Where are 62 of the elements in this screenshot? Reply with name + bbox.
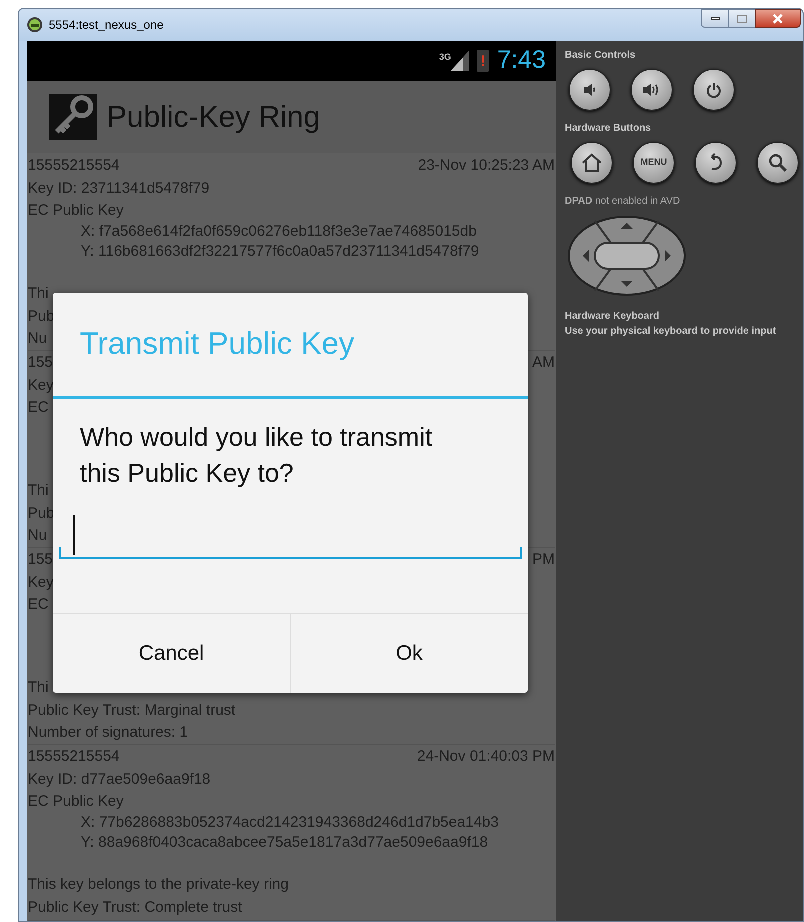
timestamp: AM <box>532 354 555 372</box>
timestamp: 23-Nov 10:25:23 AM <box>418 156 555 174</box>
text-cursor <box>73 515 75 555</box>
trust-level: Public Key Trust: Complete trust <box>28 899 242 917</box>
search-icon <box>768 153 788 173</box>
dialog-button[interactable]: Cancel <box>53 614 290 693</box>
key-x-coordinate: X: f7a568e614f2fa0f659c06276eb118f3e3e7ae74685015db <box>81 223 477 241</box>
section-label: Basic Controls <box>565 49 637 63</box>
key-type: EC Public Key <box>28 793 124 811</box>
section-label: Hardware Keyboard <box>565 310 660 324</box>
window-title: 5554:test_nexus_one <box>49 17 164 34</box>
home-button[interactable] <box>571 142 613 184</box>
timestamp: PM <box>532 550 555 568</box>
dialog-title: Transmit Public Key <box>80 325 354 364</box>
key-icon <box>49 94 97 140</box>
dpad-icon <box>567 215 687 297</box>
network-type: 3G <box>439 51 452 64</box>
key-type: EC Public Key <box>28 202 124 220</box>
house-icon <box>581 153 603 173</box>
dialog-button[interactable]: Ok <box>290 614 528 693</box>
ring-note: Thi <box>28 285 49 303</box>
key-type: EC <box>28 596 49 614</box>
key-id: Key ID: d77ae509e6aa9f18 <box>28 770 211 788</box>
key-type: EC <box>28 399 49 417</box>
back-button[interactable] <box>695 142 737 184</box>
key-y-coordinate: Y: 116b681663df2f32217577f6c0a0a57d23711341d5478f79 <box>81 243 480 261</box>
ring-note: Thi <box>28 482 49 500</box>
app-title: Public-Key Ring <box>107 100 320 136</box>
phone-number: 155 <box>28 550 54 568</box>
volume-up-button[interactable] <box>631 69 673 111</box>
keyboard-note: Use your physical keyboard to provide input <box>565 325 778 339</box>
phone-number: 155 <box>28 354 54 372</box>
trust-level: Public Key Trust: Marginal trust <box>28 702 236 720</box>
menu-button[interactable]: MENU <box>633 142 675 184</box>
dpad-note: DPAD not enabled in AVD <box>565 195 682 209</box>
power-icon <box>706 82 722 98</box>
signature-count: Nu <box>28 330 48 348</box>
app-icon <box>27 17 43 33</box>
battery-icon: ! <box>477 50 490 72</box>
dialog-message: Who would you like to transmit this Public Key to? <box>79 421 434 490</box>
key-x-coordinate: X: 77b6286883b052374acd214231943368d246d1d7b5ea14b3 <box>81 814 499 832</box>
signature-count: Number of signatures: 1 <box>28 724 188 742</box>
timestamp: 24-Nov 01:40:03 PM <box>417 748 555 766</box>
phone-number: 15555215554 <box>28 156 120 174</box>
signature-count: Nu <box>28 526 48 544</box>
ring-note: Thi <box>28 679 49 697</box>
section-label: Hardware Buttons <box>565 122 652 136</box>
close-button[interactable] <box>755 9 801 28</box>
search-button[interactable] <box>757 142 799 184</box>
close-icon <box>772 14 784 24</box>
key-id: Key <box>28 376 54 394</box>
phone-number: 15555215554 <box>28 748 120 766</box>
clock: 7:43 <box>497 45 546 76</box>
ring-note: This key belongs to the private-key ring <box>28 876 289 894</box>
volume-down-button[interactable] <box>569 69 611 111</box>
key-y-coordinate: Y: 88a968f0403caca8abcee75a5e1817a3d77ae509e6aa9f18 <box>81 834 488 852</box>
speaker-icon <box>582 82 598 98</box>
minimize-button[interactable] <box>701 9 729 28</box>
key-id: Key <box>28 574 54 592</box>
power-button[interactable] <box>693 69 735 111</box>
key-id: Key ID: 23711341d5478f79 <box>28 180 210 198</box>
signal-icon <box>451 51 470 71</box>
